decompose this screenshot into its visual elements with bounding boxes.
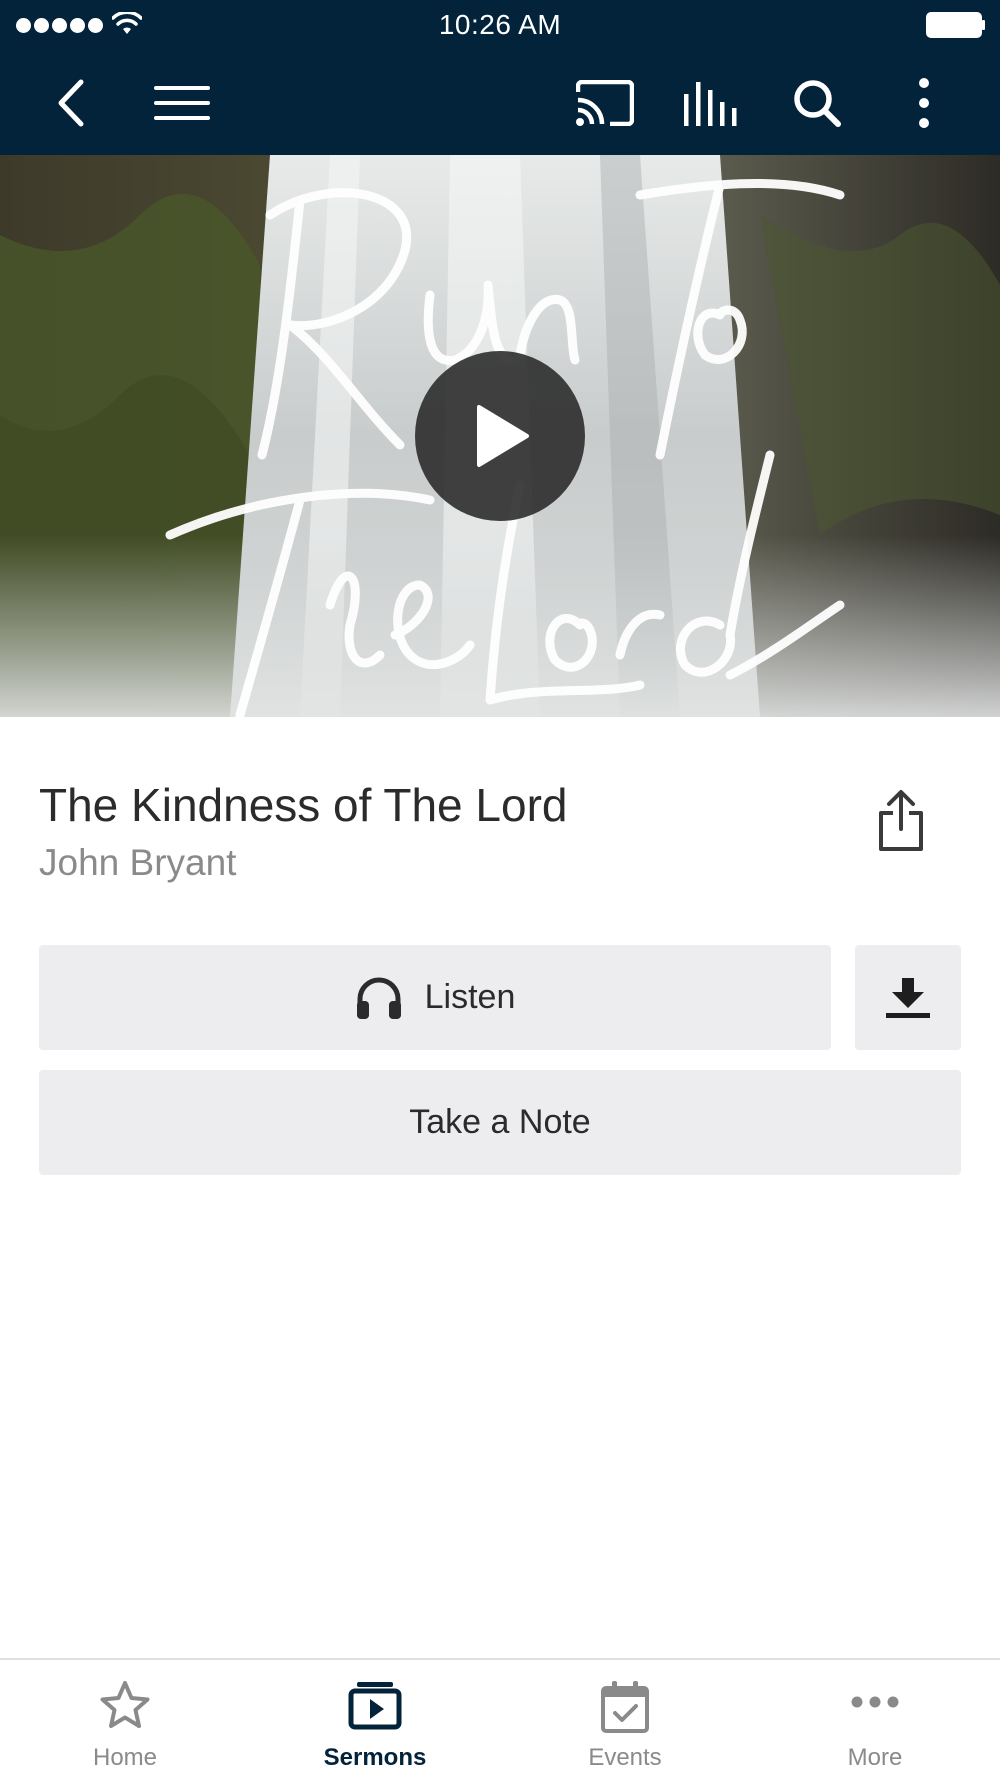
share-icon (879, 790, 923, 851)
tab-label: Home (92, 1744, 158, 1771)
tab-home[interactable]: Home (0, 1660, 250, 1778)
download-button[interactable] (855, 945, 961, 1050)
ellipsis-icon (851, 1696, 899, 1708)
tab-label: Events (588, 1744, 662, 1771)
battery-icon (926, 12, 985, 38)
tab-label: More (847, 1744, 903, 1771)
cast-button[interactable] (572, 70, 638, 136)
more-options-button[interactable] (891, 70, 957, 136)
listen-button[interactable]: Listen (39, 945, 831, 1050)
take-a-note-label: Take a Note (409, 1103, 591, 1141)
cast-icon (576, 80, 634, 126)
audio-levels-button[interactable] (677, 70, 743, 136)
download-icon (886, 977, 930, 1018)
tab-events[interactable]: Events (500, 1660, 750, 1778)
top-nav-bar (0, 50, 1000, 155)
menu-icon (154, 86, 210, 120)
audio-bars-icon (684, 82, 737, 126)
play-video-button[interactable] (415, 351, 585, 521)
headphones-icon (356, 977, 401, 1019)
play-folder-icon (348, 1682, 402, 1730)
status-bar: 10:26 AM (0, 0, 1000, 50)
star-icon (100, 1681, 150, 1728)
calendar-check-icon (601, 1681, 649, 1733)
search-button[interactable] (784, 70, 850, 136)
menu-button[interactable] (149, 70, 215, 136)
tab-label: Sermons (323, 1744, 427, 1771)
sermon-title: The Kindness of The Lord (39, 779, 568, 831)
status-time: 10:26 AM (438, 9, 562, 40)
back-icon (58, 79, 84, 127)
more-vertical-icon (919, 78, 929, 128)
play-icon (477, 405, 529, 467)
sermon-speaker: John Bryant (39, 842, 237, 883)
search-icon (794, 80, 841, 127)
take-a-note-button[interactable]: Take a Note (39, 1070, 961, 1175)
bottom-tab-bar: Home Sermons Events More (0, 1658, 1000, 1778)
share-button[interactable] (868, 784, 934, 858)
tab-sermons[interactable]: Sermons (250, 1660, 500, 1778)
tab-more[interactable]: More (750, 1660, 1000, 1778)
listen-label: Listen (424, 978, 516, 1016)
back-button[interactable] (40, 70, 106, 136)
sermon-artwork (0, 155, 1000, 717)
